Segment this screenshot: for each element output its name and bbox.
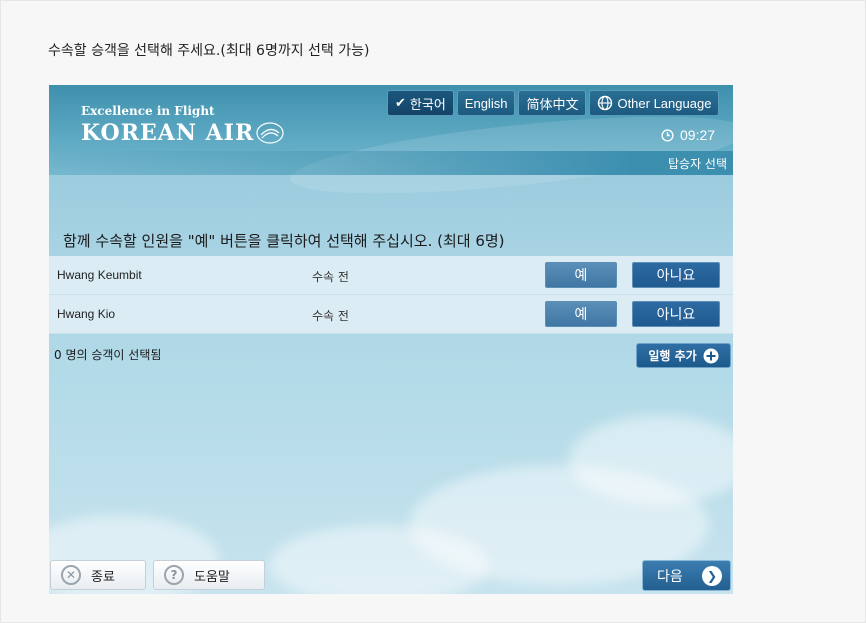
logo-tagline: Excellence in Flight	[81, 104, 215, 118]
next-label: 다음	[657, 568, 683, 585]
language-bar: ✔ 한국어 English 简体中文 Other Language	[387, 90, 720, 116]
next-button[interactable]: 다음 ❯	[642, 560, 731, 591]
exit-button[interactable]: ✕ 종료	[50, 560, 146, 590]
step-label: 탑승자 선택	[667, 157, 727, 171]
lang-english-button[interactable]: English	[456, 90, 516, 116]
korean-air-emblem-icon	[256, 122, 284, 144]
logo-wordmark: KOREAN AIR	[81, 120, 255, 146]
page-instruction: 수속할 승객을 선택해 주세요.(최대 6명까지 선택 가능)	[48, 43, 370, 59]
passenger-row: Hwang Kio 수속 전 예 아니요	[49, 295, 733, 334]
lang-english-label: English	[464, 95, 508, 111]
chevron-right-icon: ❯	[702, 565, 722, 586]
kiosk-header: Excellence in Flight KOREAN AIR ✔ 한국어 En…	[49, 85, 733, 209]
lang-chinese-button[interactable]: 简体中文	[518, 90, 587, 116]
clock-time: 09:27	[680, 127, 716, 143]
lang-korean-button[interactable]: ✔ 한국어	[387, 90, 454, 116]
no-button[interactable]: 아니요	[632, 262, 720, 288]
passenger-row: Hwang Keumbit 수속 전 예 아니요	[49, 256, 733, 295]
globe-icon	[598, 95, 613, 111]
selection-prompt: 함께 수속할 인원을 "예" 버튼을 클릭하여 선택해 주십시오. (최대 6명…	[63, 232, 505, 250]
step-bar: 탑승자 선택	[49, 151, 733, 175]
clock: 09:27	[661, 127, 715, 143]
kiosk-screen: Excellence in Flight KOREAN AIR ✔ 한국어 En…	[49, 85, 733, 594]
lang-korean-label: 한국어	[409, 96, 446, 112]
kiosk-footer: ✕ 종료 ? 도움말 다음 ❯	[49, 554, 733, 594]
lang-chinese-label: 简体中文	[526, 96, 579, 112]
lang-other-label: Other Language	[617, 95, 712, 111]
check-icon: ✔	[395, 95, 406, 110]
yes-button[interactable]: 예	[545, 262, 617, 288]
help-button[interactable]: ? 도움말	[153, 560, 265, 590]
close-icon: ✕	[61, 565, 81, 585]
checkin-status: 수속 전	[312, 270, 349, 284]
passenger-name: Hwang Keumbit	[57, 268, 142, 282]
clock-icon	[661, 128, 674, 142]
checkin-status: 수속 전	[312, 309, 349, 323]
add-companion-button[interactable]: 일행 추가	[636, 343, 731, 368]
add-companion-label: 일행 추가	[648, 349, 697, 363]
no-button[interactable]: 아니요	[632, 301, 720, 327]
yes-button[interactable]: 예	[545, 301, 617, 327]
exit-label: 종료	[91, 569, 115, 585]
plus-circle-icon	[703, 348, 719, 363]
lang-other-button[interactable]: Other Language	[589, 90, 720, 116]
question-icon: ?	[164, 565, 184, 585]
passenger-name: Hwang Kio	[57, 307, 116, 321]
help-label: 도움말	[194, 569, 230, 585]
selected-count: 0 명의 승객이 선택됨	[54, 348, 162, 362]
